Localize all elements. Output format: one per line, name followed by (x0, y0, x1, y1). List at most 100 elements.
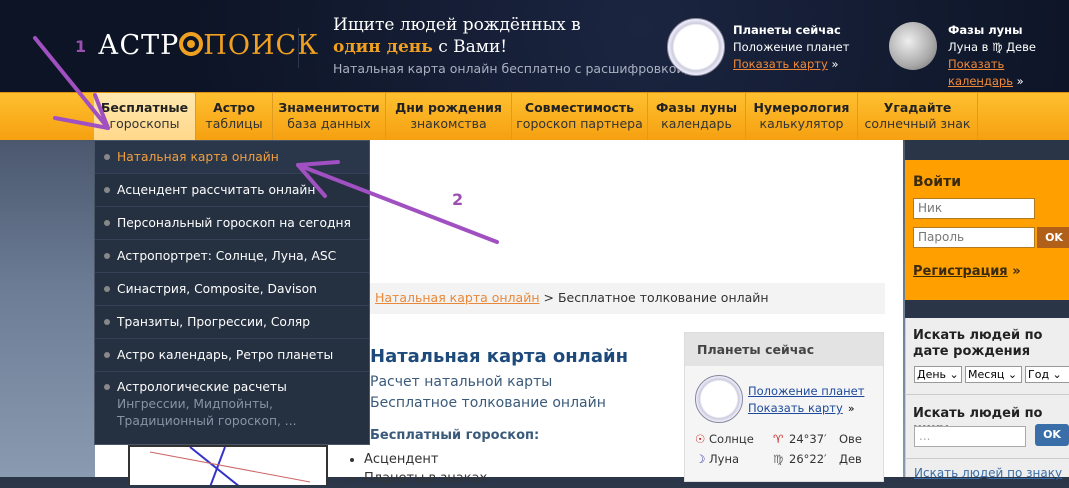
tagline-rest: с Вами! (438, 37, 508, 57)
planet-row: ☽ Луна ♍ 26°22′ Дев (695, 452, 880, 466)
logo-text-left: АСТР (98, 30, 180, 61)
logo-eye-icon (179, 32, 204, 56)
header-subtitle: Натальная карта онлайн бесплатно с расши… (333, 61, 689, 76)
logo-text-right: ПОИСК (203, 30, 320, 61)
arrow: » (1016, 74, 1024, 88)
sun-icon: ☉ (695, 432, 706, 446)
show-calendar-link[interactable]: Показать календарь (948, 57, 1013, 88)
panel-title: Планеты сейчас (685, 333, 883, 366)
tagline-bold: один день (333, 37, 433, 57)
moon-title: Фазы луны (948, 23, 1023, 37)
chevron-down-icon: ⌄ (1052, 368, 1062, 381)
people-search-panel: Искать людей по дате рождения День ⌄ Мес… (905, 318, 1069, 480)
planet-degree: 26°22′ (789, 452, 827, 466)
arrow: » (1012, 264, 1021, 279)
menu-item-astro-calculations[interactable]: Астрологические расчеты Ингрессии, Мидпой… (95, 372, 369, 444)
nav-compatibility[interactable]: Совместимость гороскоп партнера (512, 93, 648, 140)
login-ok-button[interactable]: OK (1037, 227, 1069, 248)
month-select[interactable]: Месяц ⌄ (965, 366, 1022, 383)
password-input[interactable]: Пароль (913, 227, 1035, 248)
menu-item-astroportrait[interactable]: Астропортрет: Солнце, Луна, ASC (95, 240, 369, 273)
panel-links: Положение планет Показать карту » (748, 382, 864, 417)
nav-sub: гороскопы (109, 116, 180, 131)
page-title: Натальная карта онлайн (370, 346, 629, 367)
sign-abbr: Дев (839, 452, 862, 466)
nav-sub: гороскоп партнера (516, 116, 643, 131)
search-by-date-title: Искать людей по дате рождения (913, 328, 1043, 359)
section-heading: Бесплатный гороскоп: (370, 428, 540, 443)
menu-item-ascendant[interactable]: Асцендент рассчитать онлайн (95, 174, 369, 207)
nick-input[interactable]: Ник (913, 198, 1035, 219)
planet-positions-link[interactable]: Положение планет (748, 384, 864, 398)
nav-celebrities[interactable]: Знаменитости база данных (273, 93, 386, 140)
planets-text: Положение планет (733, 40, 850, 54)
breadcrumb-link[interactable]: Натальная карта онлайн (375, 290, 540, 305)
menu-item-natal-chart[interactable]: Натальная карта онлайн (95, 141, 369, 174)
nav-title: Дни рождения (395, 100, 502, 115)
register-link[interactable]: Регистрация (913, 264, 1008, 279)
divider (298, 28, 299, 68)
nav-free-horoscopes[interactable]: Бесплатные гороскопы (94, 93, 196, 140)
search-nick-input[interactable]: ... (914, 426, 1026, 447)
breadcrumb: Натальная карта онлайн > Бесплатное толк… (370, 283, 885, 314)
divider (906, 458, 1069, 459)
virgo-icon: ♍ (773, 452, 784, 466)
login-title: Войти (913, 174, 962, 190)
nav-birthdays[interactable]: Дни рождения знакомства (386, 93, 512, 140)
menu-item-astro-calendar[interactable]: Астро календарь, Ретро планеты (95, 339, 369, 372)
planet-degree: 24°37′ (789, 432, 827, 446)
login-panel: Войти Ник Пароль OK Регистрация » (905, 160, 1069, 300)
menu-item-transits[interactable]: Транзиты, Прогрессии, Соляр (95, 306, 369, 339)
nav-astro-tables[interactable]: Астро таблицы (196, 93, 273, 140)
subtitle-line2: Бесплатное толкование онлайн (370, 395, 606, 411)
nav-title: Астро (213, 100, 255, 115)
nav-numerology[interactable]: Нумерология калькулятор (746, 93, 858, 140)
register-row: Регистрация » (913, 264, 1021, 279)
site-logo[interactable]: АСТР ПОИСК (98, 30, 319, 61)
chevron-down-icon: ⌄ (949, 368, 959, 381)
moon-text: Луна в ♍ Деве (948, 40, 1036, 54)
feature-list: АсцендентПланеты в знаках (348, 450, 487, 488)
moon-icon[interactable] (889, 22, 937, 70)
menu-item-personal-horoscope[interactable]: Персональный гороскоп на сегодня (95, 207, 369, 240)
nav-title: Совместимость (524, 100, 635, 115)
nav-guess-sign[interactable]: Угадайте солнечный знак (858, 93, 978, 140)
aries-icon: ♈ (773, 432, 784, 446)
day-value: День (917, 368, 947, 381)
moon-phase-block: Фазы луны Луна в ♍ Деве Показать календарь… (948, 22, 1069, 90)
main-nav: Бесплатные гороскопы Астро таблицы Знамени… (0, 92, 1069, 140)
menu-item-synastry[interactable]: Синастрия, Composite, Davison (95, 273, 369, 306)
chevron-down-icon: ⌄ (1007, 368, 1018, 381)
planets-now-block: Планеты сейчас Положение планет Показать к… (733, 22, 849, 73)
horoscopes-dropdown: Натальная карта онлайн Асцендент рассчит… (94, 140, 370, 445)
moon-icon: ☽ (695, 452, 706, 466)
nav-sub: калькулятор (759, 116, 844, 131)
nav-sub: календарь (661, 116, 732, 131)
tagline-line1: Ищите людей рождённых в (333, 15, 581, 35)
subtitle-line1: Расчет натальной карты (370, 374, 553, 390)
month-value: Месяц (968, 368, 1005, 381)
year-value: Год (1028, 368, 1050, 381)
search-by-sign-link[interactable]: Искать людей по знаку (914, 466, 1062, 480)
planet-name: Солнце (709, 432, 754, 446)
chart-wheel-icon[interactable] (695, 375, 743, 423)
day-select[interactable]: День ⌄ (914, 366, 962, 383)
nav-sub: таблицы (205, 116, 263, 131)
arrow: » (847, 402, 855, 415)
nav-title: Нумерология (753, 100, 850, 115)
page-subtitle: Расчет натальной карты Бесплатное толкова… (370, 372, 606, 414)
site-header: АСТР ПОИСК Ищите людей рождённых в один де… (0, 0, 1069, 92)
search-ok-button[interactable]: OK (1035, 424, 1069, 446)
planet-row: ☉ Солнце ♈ 24°37′ Ове (695, 432, 880, 446)
nav-title: Фазы луны (656, 100, 737, 115)
show-chart-link[interactable]: Показать карту (733, 57, 828, 71)
show-chart-link[interactable]: Показать карту (748, 401, 843, 415)
nav-moon-phases[interactable]: Фазы луны календарь (648, 93, 746, 140)
chart-wheel-icon[interactable] (667, 18, 725, 76)
divider (906, 394, 1069, 395)
breadcrumb-sep: > (543, 290, 554, 305)
nav-title: Бесплатные (100, 100, 189, 115)
nav-sub: база данных (287, 116, 371, 131)
year-select[interactable]: Год ⌄ (1025, 366, 1069, 383)
menu-item-sub: Ингрессии, Мидпойнты, Традиционный горос… (117, 397, 297, 428)
